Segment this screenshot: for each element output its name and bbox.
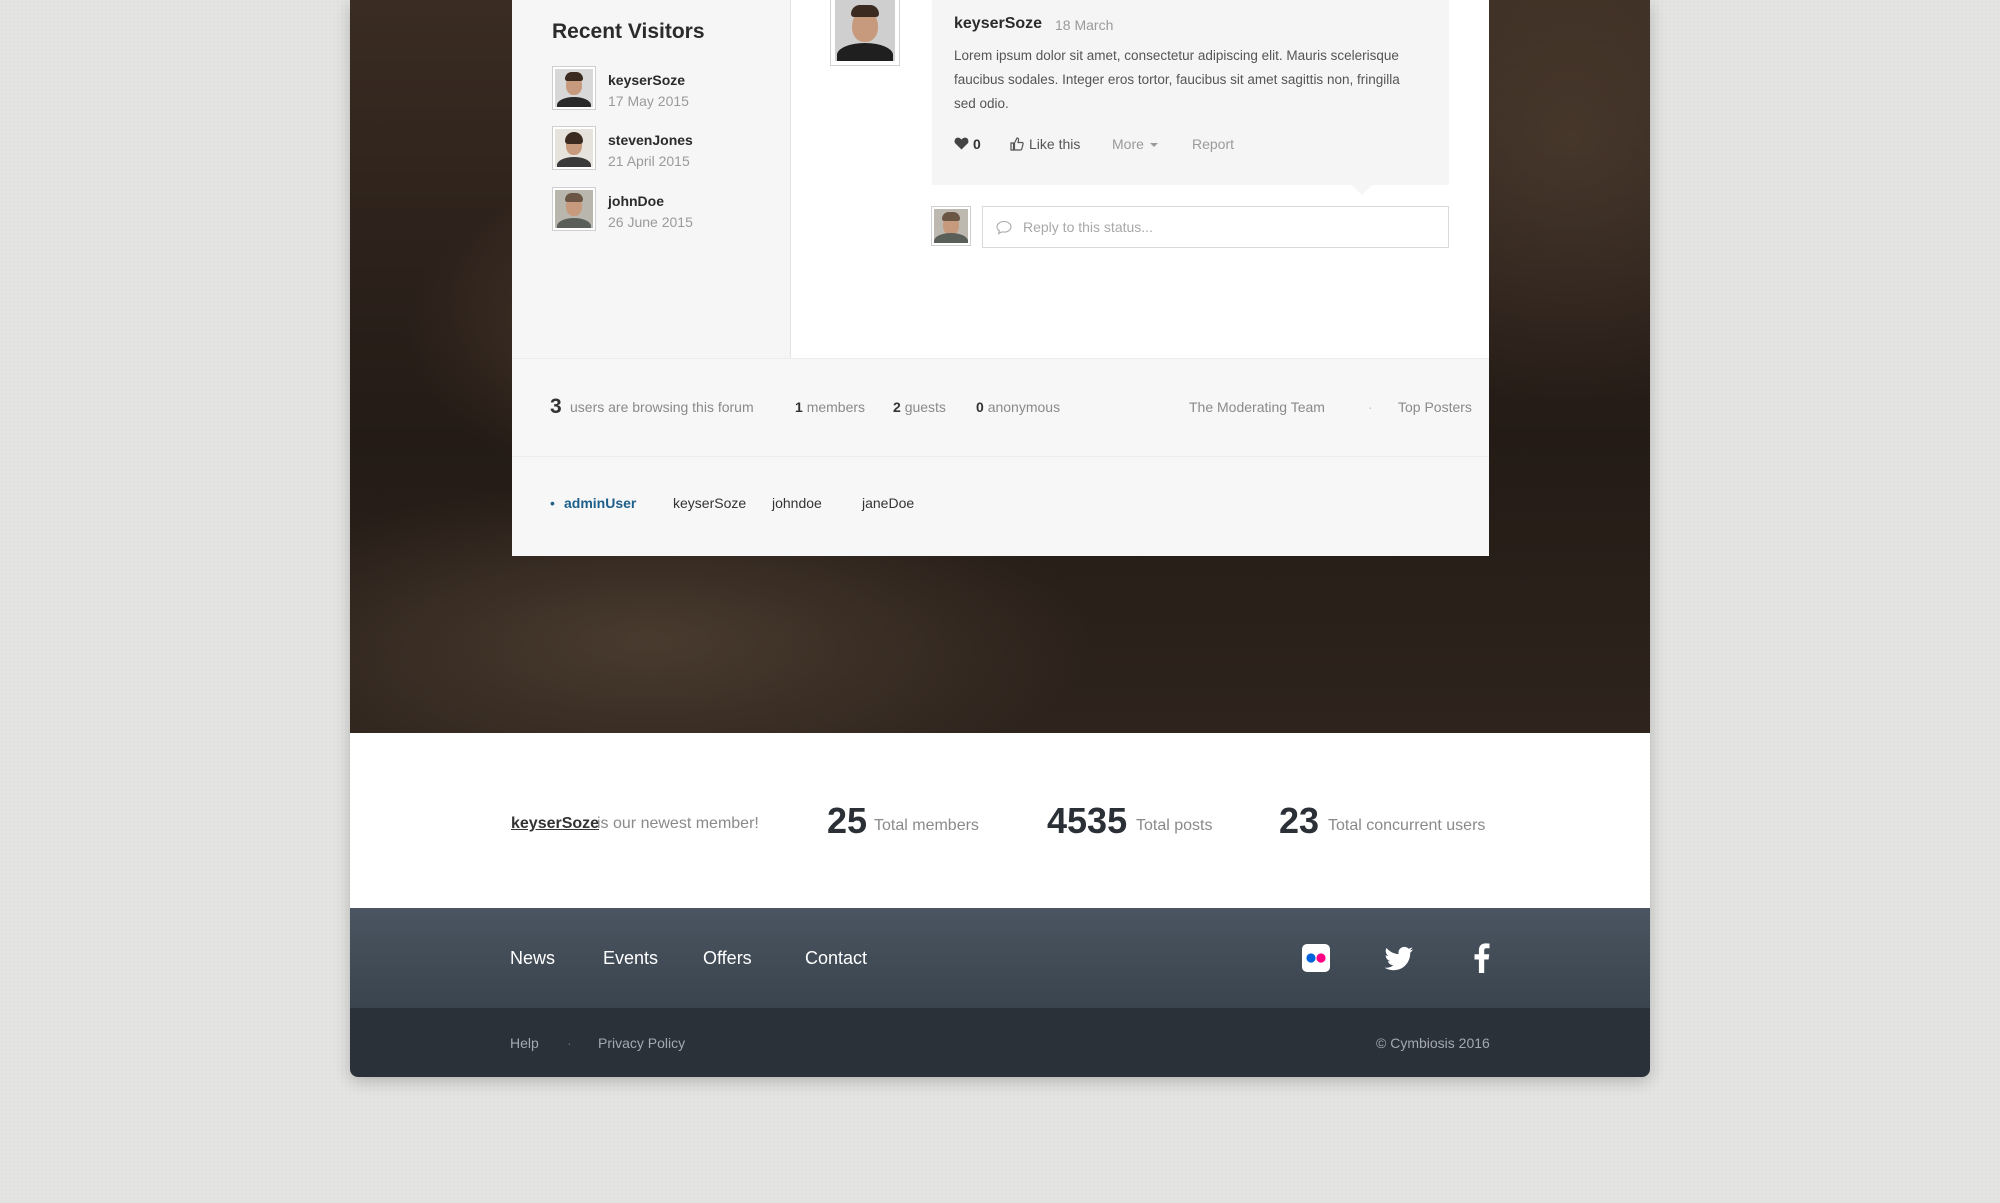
avatar[interactable] bbox=[552, 126, 596, 170]
footer-link-contact[interactable]: Contact bbox=[805, 948, 867, 969]
admin-bullet: • bbox=[550, 495, 555, 511]
avatar[interactable] bbox=[552, 66, 596, 110]
hero-background: Recent Visitors keyserSoze 17 May 2015 s… bbox=[350, 0, 1650, 733]
more-dropdown[interactable]: More bbox=[1112, 136, 1158, 152]
privacy-policy-link[interactable]: Privacy Policy bbox=[598, 1035, 685, 1051]
recent-visitors-title: Recent Visitors bbox=[552, 20, 705, 43]
report-link[interactable]: Report bbox=[1192, 136, 1234, 152]
flickr-icon[interactable] bbox=[1300, 942, 1332, 974]
online-user-link[interactable]: janeDoe bbox=[862, 495, 914, 511]
facebook-icon[interactable] bbox=[1466, 942, 1498, 974]
moderating-team-link[interactable]: The Moderating Team bbox=[1189, 399, 1325, 415]
total-members-label: Total members bbox=[874, 817, 979, 834]
page-shell: Recent Visitors keyserSoze 17 May 2015 s… bbox=[350, 0, 1650, 1077]
newest-member-link[interactable]: keyserSoze bbox=[511, 815, 599, 833]
visitor-item[interactable]: johnDoe 26 June 2015 bbox=[552, 187, 782, 231]
post-text: Lorem ipsum dolor sit amet, consectetur … bbox=[954, 48, 1400, 111]
guests-label: guests bbox=[904, 399, 946, 415]
guests-online: 2 guests bbox=[893, 399, 946, 415]
online-users-section: 3 users are browsing this forum 1 member… bbox=[512, 358, 1489, 556]
twitter-icon[interactable] bbox=[1383, 942, 1415, 974]
online-user-link[interactable]: johndoe bbox=[772, 495, 822, 511]
online-stats-row: 3 users are browsing this forum 1 member… bbox=[512, 359, 1489, 457]
top-posters-link[interactable]: Top Posters bbox=[1398, 399, 1472, 415]
thumbs-up-icon bbox=[1010, 137, 1024, 151]
guests-count: 2 bbox=[893, 399, 901, 415]
total-posts-label: Total posts bbox=[1136, 817, 1213, 834]
post-date: 18 March bbox=[1055, 17, 1114, 33]
total-posts-value: 4535 bbox=[1047, 800, 1128, 841]
footer-link-offers[interactable]: Offers bbox=[703, 948, 752, 969]
anonymous-label: anonymous bbox=[987, 399, 1061, 415]
concurrent-users-value: 23 bbox=[1279, 800, 1320, 841]
visitor-date: 17 May 2015 bbox=[608, 93, 689, 109]
comment-icon bbox=[996, 220, 1012, 235]
online-user-link[interactable]: keyserSoze bbox=[673, 495, 746, 511]
visitor-item[interactable]: keyserSoze 17 May 2015 bbox=[552, 66, 782, 110]
separator: · bbox=[567, 1035, 572, 1051]
online-user-link[interactable]: adminUser bbox=[564, 495, 636, 511]
visitor-item[interactable]: stevenJones 21 April 2015 bbox=[552, 126, 782, 170]
like-label: Like this bbox=[1029, 136, 1081, 152]
visitor-name[interactable]: stevenJones bbox=[608, 132, 693, 148]
footer-nav: News Events Offers Contact bbox=[350, 908, 1650, 1008]
like-button[interactable]: Like this bbox=[1010, 136, 1080, 152]
total-members-value: 25 bbox=[827, 800, 868, 841]
chevron-down-icon bbox=[1149, 143, 1158, 147]
like-count: 0 bbox=[973, 136, 981, 152]
post-author[interactable]: keyserSoze bbox=[954, 15, 1042, 33]
post-author-avatar[interactable] bbox=[830, 0, 900, 66]
reply-user-avatar[interactable] bbox=[931, 206, 971, 246]
help-link[interactable]: Help bbox=[510, 1035, 539, 1051]
footer-link-news[interactable]: News bbox=[510, 948, 555, 969]
visitor-date: 21 April 2015 bbox=[608, 153, 690, 169]
reply-input[interactable] bbox=[982, 206, 1449, 248]
copyright: © Cymbiosis 2016 bbox=[1376, 1035, 1490, 1051]
concurrent-users-label: Total concurrent users bbox=[1328, 817, 1486, 834]
browsing-text: users are browsing this forum bbox=[570, 399, 754, 415]
footer-bottom: Help · Privacy Policy © Cymbiosis 2016 bbox=[350, 1008, 1650, 1077]
footer-link-events[interactable]: Events bbox=[603, 948, 658, 969]
members-count: 1 bbox=[795, 399, 803, 415]
anonymous-count: 0 bbox=[976, 399, 984, 415]
more-label: More bbox=[1112, 136, 1144, 152]
visitor-name[interactable]: johnDoe bbox=[608, 193, 664, 209]
status-post: keyserSoze 18 March Lorem ipsum dolor si… bbox=[932, 0, 1449, 195]
like-count-button[interactable]: 0 bbox=[954, 136, 981, 152]
online-count: 3 bbox=[550, 395, 562, 418]
heart-icon bbox=[954, 137, 969, 150]
anonymous-online: 0 anonymous bbox=[976, 399, 1060, 415]
visitor-name[interactable]: keyserSoze bbox=[608, 72, 685, 88]
recent-visitors-panel: Recent Visitors keyserSoze 17 May 2015 s… bbox=[512, 0, 791, 358]
forum-panel: Recent Visitors keyserSoze 17 May 2015 s… bbox=[512, 0, 1489, 556]
separator: · bbox=[1368, 399, 1373, 415]
visitor-date: 26 June 2015 bbox=[608, 214, 693, 230]
newest-member-text: is our newest member! bbox=[597, 815, 759, 832]
members-label: members bbox=[806, 399, 866, 415]
forum-stats-band: keyserSoze is our newest member! 25 Tota… bbox=[350, 733, 1650, 908]
avatar[interactable] bbox=[552, 187, 596, 231]
members-online: 1 members bbox=[795, 399, 865, 415]
